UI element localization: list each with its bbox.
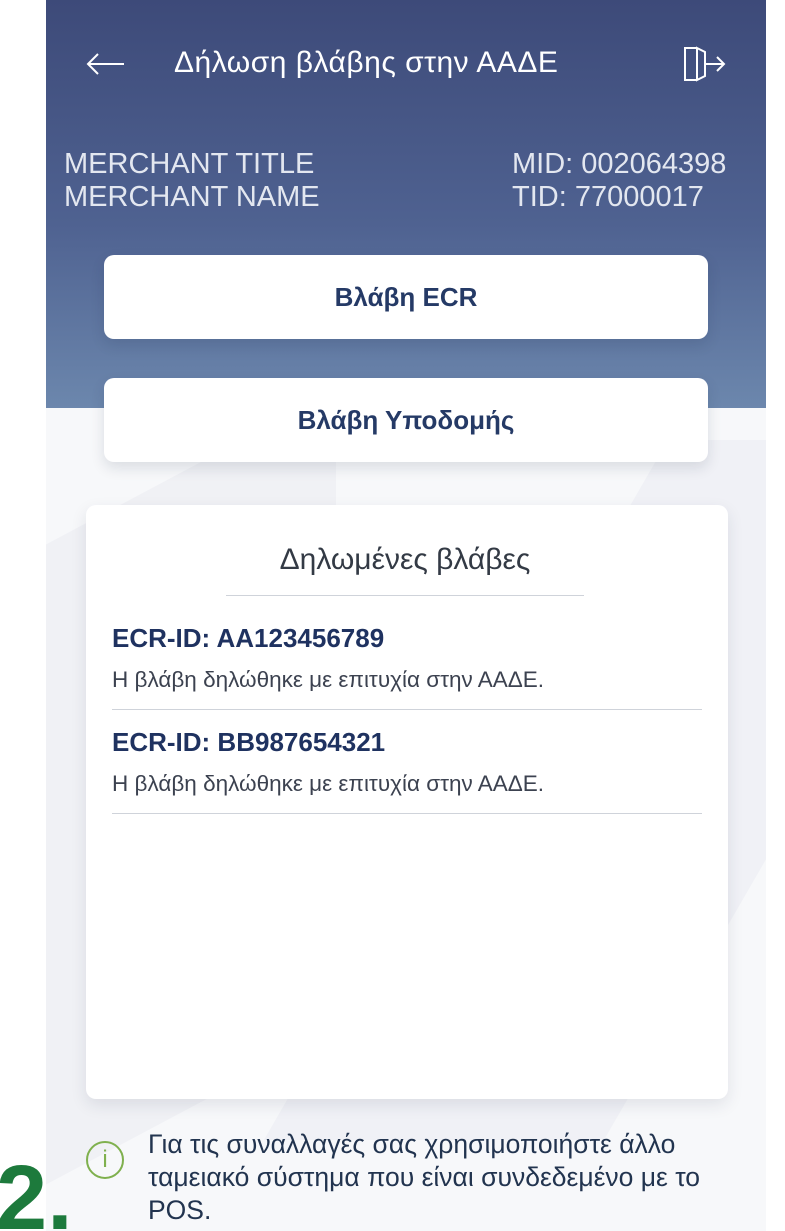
back-arrow-icon[interactable] <box>84 42 128 86</box>
step-number: 2. <box>0 1147 73 1231</box>
declared-faults-title: Δηλωμένες βλάβες <box>226 543 584 596</box>
list-item[interactable]: ECR-ID: BB987654321 Η βλάβη δηλώθηκε με … <box>112 727 702 814</box>
merchant-title: MERCHANT TITLE <box>64 148 315 180</box>
logout-icon[interactable] <box>680 42 728 86</box>
info-icon: i <box>86 1141 124 1179</box>
page-title: Δήλωση βλάβης στην ΑΑΔΕ <box>174 46 559 79</box>
fault-status-message: Η βλάβη δηλώθηκε με επιτυχία στην ΑΑΔΕ. <box>112 667 545 692</box>
terminal-id: TID: 77000017 <box>512 181 704 213</box>
merchant-name: MERCHANT NAME <box>64 181 320 213</box>
top-bar: Δήλωση βλάβης στην ΑΑΔΕ <box>46 36 766 96</box>
infrastructure-fault-button[interactable]: Βλάβη Υποδομής <box>104 378 708 462</box>
app-screen: Δήλωση βλάβης στην ΑΑΔΕ MERCHANT TITLE M… <box>46 0 766 1231</box>
info-notice: i Για τις συναλλαγές σας χρησιμοποιήστε … <box>82 1128 762 1231</box>
list-item[interactable]: ECR-ID: AA123456789 Η βλάβη δηλώθηκε με … <box>112 623 702 710</box>
info-text: Για τις συναλλαγές σας χρησιμοποιήστε άλ… <box>148 1129 701 1225</box>
declared-faults-card: Δηλωμένες βλάβες ECR-ID: AA123456789 Η β… <box>86 505 728 1099</box>
ecr-id: ECR-ID: BB987654321 <box>112 727 386 757</box>
merchant-info: MERCHANT TITLE MERCHANT NAME <box>64 148 320 214</box>
ecr-fault-button[interactable]: Βλάβη ECR <box>104 255 708 339</box>
merchant-id: MID: 002064398 <box>512 148 727 180</box>
fault-status-message: Η βλάβη δηλώθηκε με επιτυχία στην ΑΑΔΕ. <box>112 771 545 796</box>
terminal-info: MID: 002064398 TID: 77000017 <box>512 148 726 214</box>
ecr-id: ECR-ID: AA123456789 <box>112 623 385 653</box>
